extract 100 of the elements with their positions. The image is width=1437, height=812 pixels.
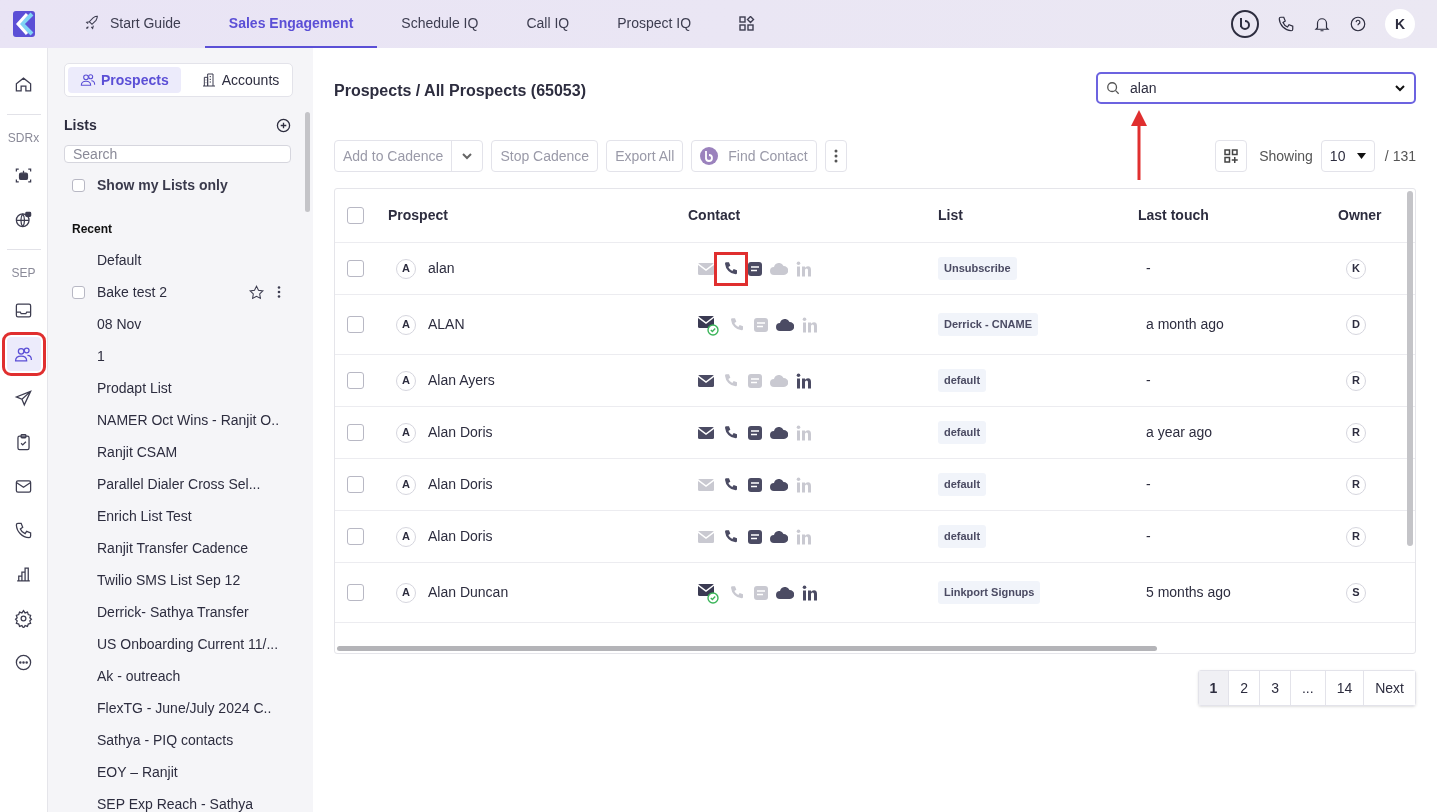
add-icon[interactable] [276, 118, 291, 133]
search-field[interactable]: Search [64, 145, 291, 163]
kebab-icon[interactable] [277, 286, 281, 298]
page-button[interactable]: 1 [1198, 671, 1229, 705]
caret-icon [1356, 153, 1366, 159]
list-item[interactable]: Parallel Dialer Cross Sel... [97, 473, 281, 495]
list-item[interactable]: Derrick- Sathya Transfer [97, 601, 281, 623]
message-icon[interactable] [748, 261, 762, 276]
list-item[interactable]: Sathya - PIQ contacts [97, 729, 281, 751]
list-item[interactable]: Ranjit CSAM [97, 441, 281, 463]
notification-bell-icon[interactable] [1313, 15, 1331, 33]
prospect-name[interactable]: ALAN [428, 314, 465, 335]
checkbox[interactable] [72, 179, 85, 192]
phone-icon[interactable] [723, 476, 739, 493]
star-icon[interactable] [248, 283, 265, 301]
list-tag: default [938, 473, 987, 496]
apps-icon[interactable] [739, 16, 756, 32]
list-item[interactable]: 08 Nov [97, 313, 281, 335]
column-settings-button[interactable] [1215, 140, 1248, 172]
page-button[interactable]: ... [1289, 671, 1325, 705]
horizontal-scrollbar[interactable] [337, 646, 1157, 651]
list-item[interactable]: Ak - outreach [97, 665, 281, 687]
linkedin-icon[interactable] [796, 372, 812, 389]
list-item[interactable]: Twilio SMS List Sep 12 [97, 569, 281, 591]
page-button[interactable]: Next [1363, 671, 1415, 705]
list-item[interactable]: Enrich List Test [97, 505, 281, 527]
column-header[interactable]: Last touch [1138, 207, 1209, 223]
checkbox[interactable] [72, 285, 85, 299]
nav-tab[interactable]: Call IQ [502, 0, 594, 48]
segment-tab[interactable]: Accounts [188, 67, 292, 93]
column-header[interactable]: Owner [1338, 207, 1382, 223]
row-checkbox[interactable] [347, 424, 364, 441]
list-item[interactable]: EOY – Ranjit [97, 761, 281, 783]
cloud-icon[interactable] [776, 586, 794, 599]
page-button[interactable]: 2 [1228, 671, 1260, 705]
section-label: SDRx [7, 130, 40, 147]
vertical-scrollbar[interactable] [1407, 191, 1413, 546]
prospect-name[interactable]: Alan Doris [428, 526, 493, 547]
nav-tab[interactable]: Prospect IQ [593, 0, 716, 48]
mail-icon[interactable] [698, 426, 714, 439]
list-item[interactable]: NAMER Oct Wins - Ranjit O.. [97, 409, 281, 431]
row-checkbox[interactable] [347, 528, 364, 545]
row-checkbox[interactable] [347, 260, 364, 277]
page-title: Prospects / All Prospects (65053) [334, 81, 586, 101]
message-icon[interactable] [748, 477, 762, 492]
prospect-name[interactable]: Alan Doris [428, 474, 493, 495]
list-item[interactable]: Prodapt List [97, 377, 281, 399]
page-button[interactable]: 3 [1259, 671, 1290, 705]
prospect-name[interactable]: alan [428, 258, 455, 279]
last-touch-text: - [1146, 372, 1151, 388]
list-item[interactable]: 1 [97, 345, 281, 367]
row-checkbox[interactable] [347, 316, 364, 333]
column-header[interactable]: List [938, 207, 963, 223]
cloud-icon[interactable] [770, 478, 788, 491]
phone-icon[interactable] [723, 528, 739, 545]
page-size-select[interactable]: 10 [1320, 140, 1375, 172]
dialer-logo-icon[interactable] [1231, 10, 1259, 38]
page-button[interactable]: 14 [1324, 671, 1364, 705]
linkedin-icon[interactable] [802, 584, 818, 601]
column-header[interactable]: Contact [688, 207, 741, 223]
list-item[interactable]: Default [97, 249, 281, 271]
app-logo-icon[interactable] [13, 11, 35, 37]
list-item[interactable]: Ranjit Transfer Cadence [97, 537, 281, 559]
row-checkbox[interactable] [347, 372, 364, 389]
mail-verified-icon[interactable] [698, 581, 720, 604]
prospect-name[interactable]: Alan Duncan [428, 582, 509, 603]
mail-icon[interactable] [698, 374, 714, 387]
list-item[interactable]: FlexTG - June/July 2024 C.. [97, 697, 281, 719]
prospect-search-field[interactable]: alan [1096, 72, 1416, 104]
phone-icon[interactable] [1277, 15, 1295, 33]
select-all-checkbox[interactable] [347, 207, 364, 224]
help-icon[interactable] [1349, 15, 1367, 33]
cloud-icon[interactable] [776, 318, 794, 331]
chevron-down-icon[interactable] [1394, 82, 1406, 94]
globe-icon [14, 209, 33, 229]
chevron-down-icon [461, 150, 474, 162]
phone-icon[interactable] [723, 424, 739, 441]
list-item[interactable]: US Onboarding Current 11/... [97, 633, 281, 655]
nav-tab[interactable]: Schedule IQ [377, 0, 503, 48]
prospect-name[interactable]: Alan Doris [428, 422, 493, 443]
scrollbar[interactable] [305, 112, 310, 212]
column-header[interactable]: Prospect [388, 207, 448, 223]
cloud-icon[interactable] [770, 426, 788, 439]
nav-tab[interactable]: Start Guide [60, 0, 205, 48]
section-title: Lists [64, 116, 97, 135]
list-item[interactable]: Bake test 2 [97, 281, 236, 303]
phone-icon[interactable] [723, 260, 739, 277]
mail-verified-icon[interactable] [698, 313, 720, 336]
segment-tab[interactable]: Prospects [68, 67, 181, 93]
list-item[interactable]: SEP Exp Reach - Sathya [97, 793, 281, 812]
row-checkbox[interactable] [347, 476, 364, 493]
prospect-name[interactable]: Alan Ayers [428, 370, 495, 391]
last-touch-text: - [1146, 476, 1151, 492]
message-icon[interactable] [748, 425, 762, 440]
user-avatar[interactable]: K [1385, 9, 1415, 39]
phone-icon [14, 520, 33, 540]
cloud-icon[interactable] [770, 530, 788, 543]
paper-plane-icon [14, 388, 33, 408]
message-icon[interactable] [748, 529, 762, 544]
row-checkbox[interactable] [347, 584, 364, 601]
